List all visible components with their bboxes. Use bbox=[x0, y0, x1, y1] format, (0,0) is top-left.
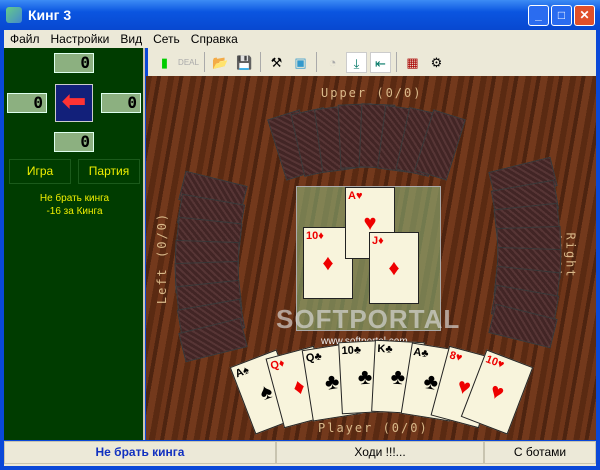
card-rank: 8♥ bbox=[448, 348, 464, 364]
tab-match[interactable]: Партия bbox=[78, 159, 140, 184]
separator bbox=[204, 52, 205, 72]
status-turn: Ходи !!!... bbox=[276, 441, 484, 464]
status-bar: Не брать кинга Ходи !!!... С ботами bbox=[4, 441, 596, 466]
card-rank: K♣ bbox=[377, 342, 393, 356]
maximize-button[interactable]: □ bbox=[551, 5, 572, 26]
close-button[interactable]: ✕ bbox=[574, 5, 595, 26]
card-rank: 10♦ bbox=[306, 230, 324, 242]
watermark: SOFTPORTAL bbox=[276, 304, 461, 334]
card-rank: A♣ bbox=[412, 345, 430, 360]
save-icon[interactable]: 💾 bbox=[234, 52, 255, 73]
score-left: 0 bbox=[7, 93, 47, 113]
timer-icon[interactable]: ◔ bbox=[322, 52, 343, 73]
tab-game[interactable]: Игра bbox=[9, 159, 71, 184]
menu-view[interactable]: Вид bbox=[114, 32, 147, 46]
toolbar: ▮ DEAL 📂 💾 ⚒ ▣ ◔ ⤓ ⇤ ▦ ⚙ bbox=[148, 48, 596, 76]
separator bbox=[260, 52, 261, 72]
card-rank: Q♣ bbox=[305, 349, 323, 365]
separator bbox=[316, 52, 317, 72]
player-label: Player (0/0) bbox=[318, 421, 429, 435]
menu-settings[interactable]: Настройки bbox=[45, 32, 115, 46]
settings-icon[interactable]: ⚙ bbox=[426, 52, 447, 73]
status-mode: С ботами bbox=[484, 441, 596, 464]
import-icon[interactable]: ⇤ bbox=[370, 51, 391, 73]
card-rank: A♠ bbox=[233, 363, 251, 380]
new-game-icon[interactable]: ▮ bbox=[154, 52, 175, 73]
card-rank: 10♣ bbox=[341, 343, 362, 357]
turn-arrow-icon: ⬅ bbox=[55, 84, 93, 122]
open-icon[interactable]: 📂 bbox=[210, 52, 231, 73]
score-upper: 0 bbox=[54, 53, 94, 73]
card-suit-icon: ♥ bbox=[486, 377, 508, 406]
game-rule: Не брать кинга bbox=[39, 193, 110, 204]
card-rank: A♥ bbox=[348, 190, 363, 202]
separator bbox=[396, 52, 397, 72]
score-panel: 0 0 ⬅ 0 0 Игра Партия Не брать кинга -16… bbox=[4, 48, 145, 440]
score-right: 0 bbox=[101, 93, 141, 113]
left-label: Left (0/0) bbox=[155, 211, 170, 305]
title-bar: Кинг 3 _ □ ✕ bbox=[0, 0, 600, 30]
tools-icon[interactable]: ⚒ bbox=[266, 52, 287, 73]
picture-icon[interactable]: ▣ bbox=[290, 52, 311, 73]
score-player: 0 bbox=[54, 132, 94, 152]
upper-label: Upper (0/0) bbox=[321, 86, 423, 100]
card-suit-icon: ♦ bbox=[388, 255, 400, 280]
game-penalty: -16 за Кинга bbox=[46, 206, 103, 217]
deal-icon[interactable]: DEAL bbox=[178, 52, 199, 73]
calendar-icon[interactable]: ▦ bbox=[402, 52, 423, 73]
download-icon[interactable]: ⤓ bbox=[346, 51, 367, 73]
menu-file[interactable]: Файл bbox=[4, 32, 45, 46]
menu-bar: Файл Настройки Вид Сеть Справка bbox=[4, 30, 596, 48]
menu-help[interactable]: Справка bbox=[185, 32, 243, 46]
app-icon bbox=[6, 7, 22, 23]
card-rank: J♦ bbox=[372, 235, 384, 247]
menu-network[interactable]: Сеть bbox=[147, 32, 185, 46]
played-card: J♦ ♦ bbox=[369, 232, 419, 304]
window-title: Кинг 3 bbox=[28, 7, 72, 23]
minimize-button[interactable]: _ bbox=[528, 5, 549, 26]
status-game: Не брать кинга bbox=[4, 441, 276, 464]
card-table: Upper (0/0) Left (0/0) Right (0/0) Playe… bbox=[146, 76, 596, 440]
card-rank: Q♦ bbox=[269, 356, 287, 372]
card-rank: 10♥ bbox=[483, 352, 506, 371]
